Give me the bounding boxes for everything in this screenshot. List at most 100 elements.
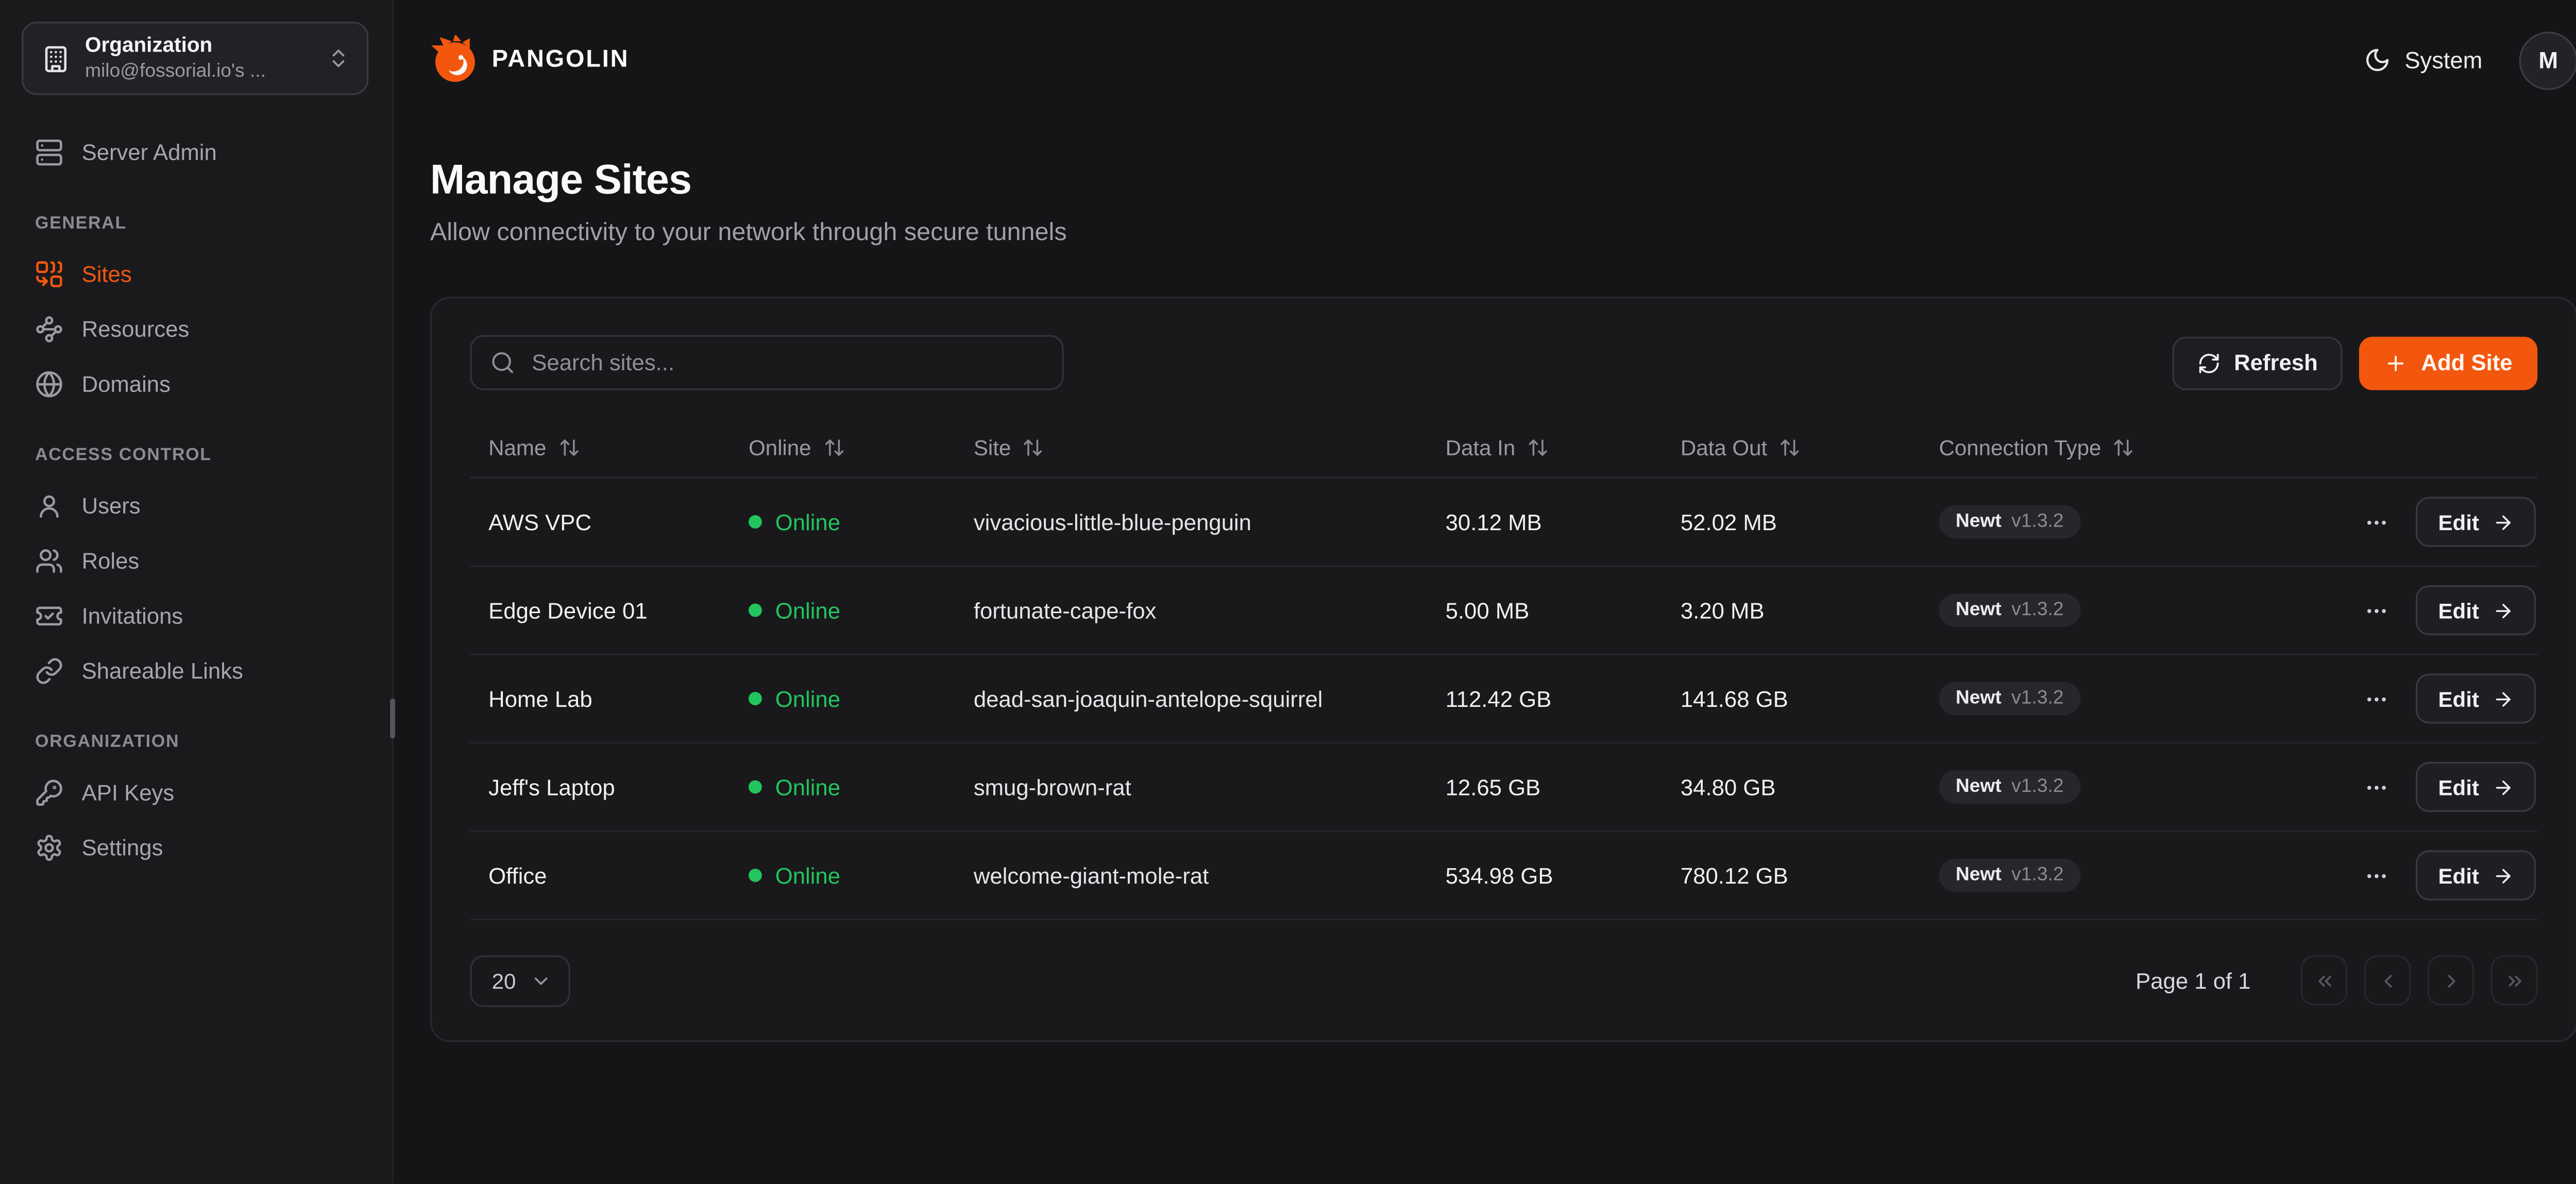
site-name-cell: Office (488, 863, 749, 888)
online-status-cell: Online (749, 686, 974, 712)
sites-table-card: Refresh Add Site Name Online Site Data I… (430, 297, 2576, 1042)
column-header-name[interactable]: Name (488, 434, 749, 460)
chevrons-up-down-icon (327, 47, 350, 70)
arrow-up-down-icon (1779, 436, 1801, 458)
edit-button[interactable]: Edit (2416, 585, 2536, 635)
sidebar-item-domains[interactable]: Domains (22, 357, 370, 412)
sidebar-item-api-keys[interactable]: API Keys (22, 765, 370, 820)
row-menu-button[interactable] (2362, 595, 2393, 626)
section-heading-general: GENERAL (35, 213, 370, 233)
ellipsis-icon (2365, 686, 2390, 712)
online-status-dot (749, 869, 762, 882)
waypoints-icon (35, 315, 63, 344)
online-status-cell: Online (749, 863, 974, 888)
user-icon (35, 492, 63, 520)
data-out-cell: 3.20 MB (1681, 598, 1939, 623)
building-icon (42, 44, 70, 73)
chevrons-right-icon (2503, 970, 2525, 991)
sidebar-item-label: Domains (82, 372, 171, 397)
chevron-right-icon (2440, 970, 2462, 991)
refresh-label: Refresh (2234, 350, 2318, 376)
add-site-button[interactable]: Add Site (2360, 336, 2537, 390)
table-body: AWS VPC Online vivacious-little-blue-pen… (470, 479, 2538, 921)
row-menu-button[interactable] (2362, 771, 2393, 803)
chevron-down-icon (531, 970, 553, 991)
avatar[interactable]: M (2519, 31, 2576, 89)
column-header-online[interactable]: Online (749, 434, 974, 460)
arrow-right-icon (2493, 688, 2514, 709)
online-status-cell: Online (749, 510, 974, 535)
search-input[interactable] (470, 335, 1064, 390)
chevrons-left-icon (2313, 970, 2335, 991)
refresh-icon (2197, 351, 2221, 374)
page-size-select[interactable]: 20 (470, 955, 571, 1006)
add-site-label: Add Site (2421, 350, 2512, 376)
next-page-button[interactable] (2428, 955, 2475, 1005)
connection-type-badge: Newt v1.3.2 (1939, 859, 2080, 892)
data-out-cell: 780.12 GB (1681, 863, 1939, 888)
column-header-site[interactable]: Site (974, 434, 1446, 460)
online-status-dot (749, 603, 762, 617)
combine-icon (35, 260, 63, 289)
edit-button[interactable]: Edit (2416, 497, 2536, 547)
row-menu-button[interactable] (2362, 506, 2393, 537)
ellipsis-icon (2365, 774, 2390, 800)
arrow-up-down-icon (1023, 436, 1044, 458)
link-icon (35, 657, 63, 685)
row-menu-button[interactable] (2362, 859, 2393, 891)
plus-icon (2384, 351, 2408, 374)
sidebar-item-sites[interactable]: Sites (22, 247, 370, 302)
topbar: PANGOLIN System M (394, 0, 2576, 120)
arrow-right-icon (2493, 599, 2514, 621)
sidebar-item-users[interactable]: Users (22, 479, 370, 534)
online-status-dot (749, 515, 762, 529)
sidebar-item-resources[interactable]: Resources (22, 302, 370, 357)
column-header-connection-type[interactable]: Connection Type (1939, 434, 2256, 460)
sidebar-item-label: Shareable Links (82, 658, 243, 684)
sidebar-item-server-admin[interactable]: Server Admin (22, 125, 370, 180)
ticket-check-icon (35, 602, 63, 630)
last-page-button[interactable] (2491, 955, 2538, 1005)
arrow-right-icon (2493, 865, 2514, 886)
refresh-button[interactable]: Refresh (2172, 336, 2343, 390)
row-menu-button[interactable] (2362, 683, 2393, 714)
edit-button[interactable]: Edit (2416, 850, 2536, 900)
arrow-up-down-icon (1527, 436, 1549, 458)
section-heading-organization: ORGANIZATION (35, 732, 370, 752)
site-id-cell: fortunate-cape-fox (974, 598, 1446, 623)
arrow-up-down-icon (558, 436, 580, 458)
sidebar-resize-handle[interactable] (390, 699, 395, 739)
sidebar-item-settings[interactable]: Settings (22, 820, 370, 875)
table-footer: 20 Page 1 of 1 (470, 920, 2538, 1040)
org-selector-title: Organization (85, 33, 312, 60)
sidebar-item-label: Users (82, 494, 141, 519)
theme-toggle-button[interactable]: System (2365, 47, 2483, 74)
site-id-cell: welcome-giant-mole-rat (974, 863, 1446, 888)
first-page-button[interactable] (2301, 955, 2348, 1005)
connection-type-badge: Newt v1.3.2 (1939, 594, 2080, 627)
brand-logo: PANGOLIN (430, 35, 629, 85)
sidebar-item-shareable-links[interactable]: Shareable Links (22, 644, 370, 699)
online-status-label: Online (775, 863, 840, 888)
page-status: Page 1 of 1 (2136, 968, 2250, 993)
previous-page-button[interactable] (2364, 955, 2411, 1005)
site-id-cell: smug-brown-rat (974, 774, 1446, 800)
org-selector[interactable]: Organization milo@fossorial.io's ... (22, 22, 368, 95)
online-status-cell: Online (749, 598, 974, 623)
online-status-dot (749, 780, 762, 793)
site-id-cell: vivacious-little-blue-penguin (974, 510, 1446, 535)
edit-button[interactable]: Edit (2416, 762, 2536, 812)
users-icon (35, 547, 63, 575)
column-header-data-out[interactable]: Data Out (1681, 434, 1939, 460)
arrow-right-icon (2493, 511, 2514, 533)
data-in-cell: 12.65 GB (1446, 774, 1681, 800)
sidebar-item-roles[interactable]: Roles (22, 534, 370, 589)
sidebar-item-invitations[interactable]: Invitations (22, 588, 370, 644)
connection-type-badge: Newt v1.3.2 (1939, 505, 2080, 539)
column-header-data-in[interactable]: Data In (1446, 434, 1681, 460)
section-heading-access-control: ACCESS CONTROL (35, 445, 370, 465)
pangolin-logo-icon (430, 35, 480, 85)
key-icon (35, 779, 63, 807)
edit-button[interactable]: Edit (2416, 673, 2536, 723)
data-in-cell: 30.12 MB (1446, 510, 1681, 535)
